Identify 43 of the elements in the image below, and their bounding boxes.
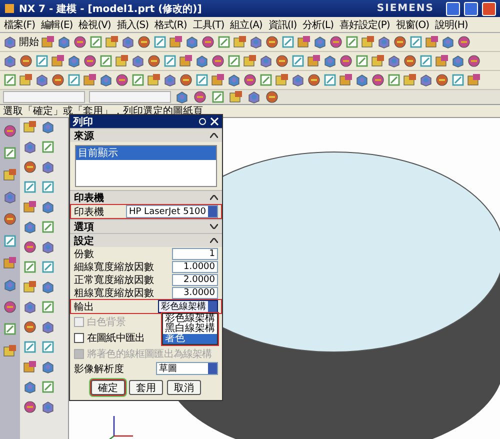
field-label: 粗線寬度縮放因數 [74,286,154,300]
number-field[interactable]: 2.0000 [172,274,218,286]
checkbox-label: 將著色的線框圖匯出為線架構 [87,348,212,361]
field-label: 正常寬度縮放因數 [74,274,154,286]
dialog-button[interactable]: 確定 [91,380,125,395]
menu-item[interactable]: 插入(S) [116,18,148,32]
dialog-button[interactable]: 取消 [167,380,201,395]
printer-dropdown[interactable]: HP LaserJet 5100 [126,205,218,218]
start-button[interactable]: 開始 [3,35,39,49]
field-label: 細線寬度縮放因數 [74,260,154,274]
copies-field[interactable]: 1 [172,248,218,260]
field-label: 輸出 [74,300,94,314]
section-header[interactable]: 來源 [70,128,222,142]
menu-item[interactable]: 編輯(E) [41,18,73,32]
section-header[interactable]: 設定 [70,233,222,247]
menu-item[interactable]: 資訊(I) [268,18,297,32]
field-label: 印表機 [74,206,104,218]
window-title: NX 7 - 建模 - [model1.prt (修改的)] [19,2,203,16]
section-header[interactable]: 選項 [70,219,222,233]
number-field[interactable]: 1.0000 [172,260,218,272]
checkbox-label: 在圖紙中匯出 [87,332,145,345]
dialog-button[interactable]: 套用 [129,380,163,395]
menu-item[interactable]: 檔案(F) [4,18,36,32]
menu-item[interactable]: 格式(R) [154,18,187,32]
field-label: 份數 [74,248,94,260]
resolution-dropdown[interactable]: 草圖 [156,362,218,375]
menu-item[interactable]: 工具(T) [192,18,224,32]
dropdown-option[interactable]: 黑白線架構 [163,324,217,334]
checkbox-label: 白色背景 [87,316,126,329]
menu-item[interactable]: 視窗(O) [396,18,430,32]
menu-item[interactable]: 喜好設定(P) [339,18,390,32]
brand-label: SIEMENS [376,3,434,14]
dropdown-option[interactable]: 彩色線架構 [163,314,217,324]
menu-item[interactable]: 說明(H) [435,18,468,32]
list-item[interactable]: 目前顯示 [76,146,216,160]
field-label: 影像解析度 [74,362,124,376]
menu-item[interactable]: 組立(A) [230,18,262,32]
menu-item[interactable]: 檢視(V) [78,18,111,32]
output-dropdown[interactable]: 彩色線架構 [158,300,218,313]
menu-item[interactable]: 分析(L) [302,18,334,32]
section-header[interactable]: 印表機 [70,190,222,204]
dialog-title: 列印 [73,116,94,128]
number-field[interactable]: 3.0000 [172,286,218,298]
